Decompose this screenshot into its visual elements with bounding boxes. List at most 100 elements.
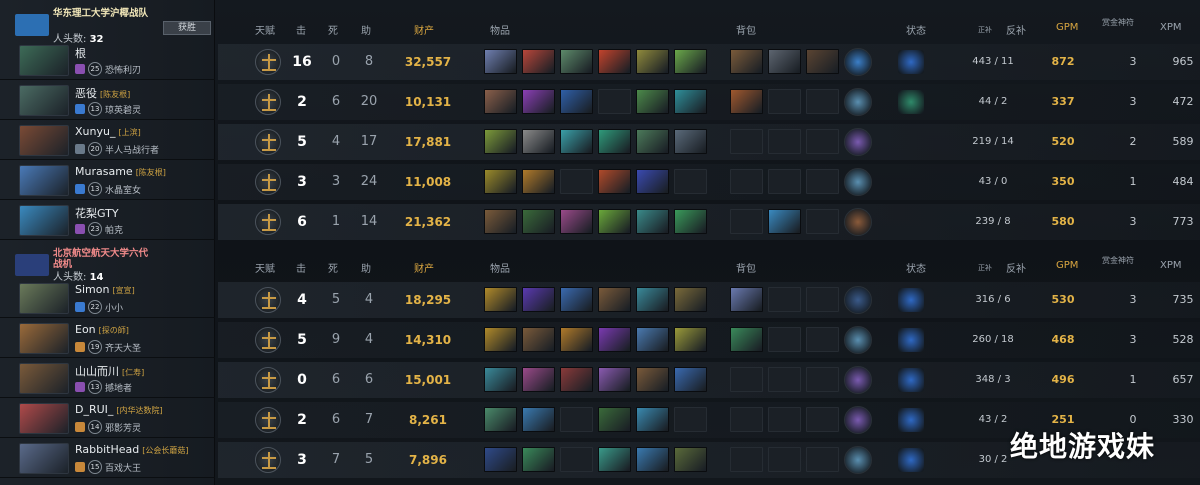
item-slot[interactable]	[484, 407, 517, 432]
item-slot[interactable]	[522, 407, 555, 432]
hero-avatar[interactable]	[19, 205, 69, 236]
item-slot[interactable]	[484, 129, 517, 154]
player-name[interactable]: D_RUI_ [内华达数院]	[75, 403, 163, 416]
neutral-item-icon[interactable]	[844, 326, 872, 354]
neutral-item-icon[interactable]	[844, 406, 872, 434]
backpack-slot[interactable]	[768, 169, 801, 194]
backpack-slot[interactable]	[768, 89, 801, 114]
item-slot[interactable]	[560, 327, 593, 352]
item-slot[interactable]	[636, 89, 669, 114]
item-slot[interactable]	[522, 327, 555, 352]
item-slot[interactable]	[598, 367, 631, 392]
neutral-item-icon[interactable]	[844, 128, 872, 156]
item-slot[interactable]	[636, 407, 669, 432]
hero-avatar[interactable]	[19, 85, 69, 116]
hero-avatar[interactable]	[19, 363, 69, 394]
neutral-item-icon[interactable]	[844, 168, 872, 196]
item-slot[interactable]	[598, 447, 631, 472]
player-name[interactable]: 恶役 [陈友根]	[75, 85, 130, 101]
talent-tree-icon[interactable]	[255, 367, 281, 393]
item-slot[interactable]	[598, 327, 631, 352]
item-slot[interactable]	[484, 209, 517, 234]
item-slot[interactable]	[636, 49, 669, 74]
backpack-slot[interactable]	[768, 129, 801, 154]
hero-avatar[interactable]	[19, 403, 69, 434]
backpack-slot[interactable]	[806, 287, 839, 312]
backpack-slot[interactable]	[730, 129, 763, 154]
backpack-slot[interactable]	[806, 327, 839, 352]
talent-tree-icon[interactable]	[255, 169, 281, 195]
player-card[interactable]: 山山而川 [仁寿] 13 撼地者	[0, 360, 215, 398]
player-card[interactable]: RabbitHead [公会长蘑菇] 15 百戏大王	[0, 440, 215, 478]
player-name[interactable]: Xunyu_ [上滨]	[75, 125, 141, 138]
item-slot[interactable]	[636, 209, 669, 234]
talent-tree-icon[interactable]	[255, 89, 281, 115]
neutral-item-icon[interactable]	[844, 208, 872, 236]
item-slot[interactable]	[522, 129, 555, 154]
item-slot[interactable]	[560, 367, 593, 392]
backpack-slot[interactable]	[806, 209, 839, 234]
talent-tree-icon[interactable]	[255, 287, 281, 313]
item-slot[interactable]	[674, 89, 707, 114]
player-card[interactable]: Eon [探の師] 19 齐天大圣	[0, 320, 215, 358]
item-slot[interactable]	[674, 169, 707, 194]
backpack-slot[interactable]	[806, 367, 839, 392]
item-slot[interactable]	[674, 129, 707, 154]
talent-tree-icon[interactable]	[255, 129, 281, 155]
item-slot[interactable]	[560, 287, 593, 312]
backpack-slot[interactable]	[768, 209, 801, 234]
item-slot[interactable]	[674, 287, 707, 312]
player-name[interactable]: RabbitHead [公会长蘑菇]	[75, 443, 189, 456]
neutral-item-icon[interactable]	[844, 286, 872, 314]
player-card[interactable]: 根 25 恐怖利刃	[0, 42, 215, 80]
backpack-slot[interactable]	[768, 447, 801, 472]
player-card[interactable]: 恶役 [陈友根] 13 琼英碧灵	[0, 82, 215, 120]
status-buff-icon[interactable]	[898, 328, 924, 352]
item-slot[interactable]	[636, 169, 669, 194]
item-slot[interactable]	[598, 407, 631, 432]
item-slot[interactable]	[598, 209, 631, 234]
item-slot[interactable]	[560, 209, 593, 234]
backpack-slot[interactable]	[730, 367, 763, 392]
backpack-slot[interactable]	[730, 49, 763, 74]
item-slot[interactable]	[636, 447, 669, 472]
talent-tree-icon[interactable]	[255, 327, 281, 353]
talent-tree-icon[interactable]	[255, 209, 281, 235]
player-name[interactable]: 山山而川 [仁寿]	[75, 363, 144, 379]
backpack-slot[interactable]	[730, 169, 763, 194]
talent-tree-icon[interactable]	[255, 49, 281, 75]
item-slot[interactable]	[560, 407, 593, 432]
backpack-slot[interactable]	[730, 327, 763, 352]
player-name[interactable]: Simon [宣宣]	[75, 283, 135, 296]
item-slot[interactable]	[560, 169, 593, 194]
item-slot[interactable]	[484, 49, 517, 74]
item-slot[interactable]	[522, 447, 555, 472]
item-slot[interactable]	[674, 447, 707, 472]
hero-avatar[interactable]	[19, 165, 69, 196]
item-slot[interactable]	[598, 287, 631, 312]
backpack-slot[interactable]	[730, 407, 763, 432]
item-slot[interactable]	[560, 129, 593, 154]
backpack-slot[interactable]	[806, 129, 839, 154]
item-slot[interactable]	[484, 169, 517, 194]
hero-avatar[interactable]	[19, 125, 69, 156]
neutral-item-icon[interactable]	[844, 366, 872, 394]
item-slot[interactable]	[636, 129, 669, 154]
player-name[interactable]: 根	[75, 45, 89, 61]
item-slot[interactable]	[598, 89, 631, 114]
backpack-slot[interactable]	[730, 287, 763, 312]
item-slot[interactable]	[598, 49, 631, 74]
backpack-slot[interactable]	[768, 327, 801, 352]
player-card[interactable]: Xunyu_ [上滨] 20 半人马战行者	[0, 122, 215, 160]
item-slot[interactable]	[674, 407, 707, 432]
item-slot[interactable]	[560, 49, 593, 74]
status-buff-icon[interactable]	[898, 408, 924, 432]
player-name[interactable]: Eon [探の師]	[75, 323, 129, 336]
item-slot[interactable]	[522, 367, 555, 392]
item-slot[interactable]	[522, 49, 555, 74]
backpack-slot[interactable]	[806, 447, 839, 472]
neutral-item-icon[interactable]	[844, 446, 872, 474]
item-slot[interactable]	[484, 367, 517, 392]
item-slot[interactable]	[598, 129, 631, 154]
status-buff-icon[interactable]	[898, 50, 924, 74]
